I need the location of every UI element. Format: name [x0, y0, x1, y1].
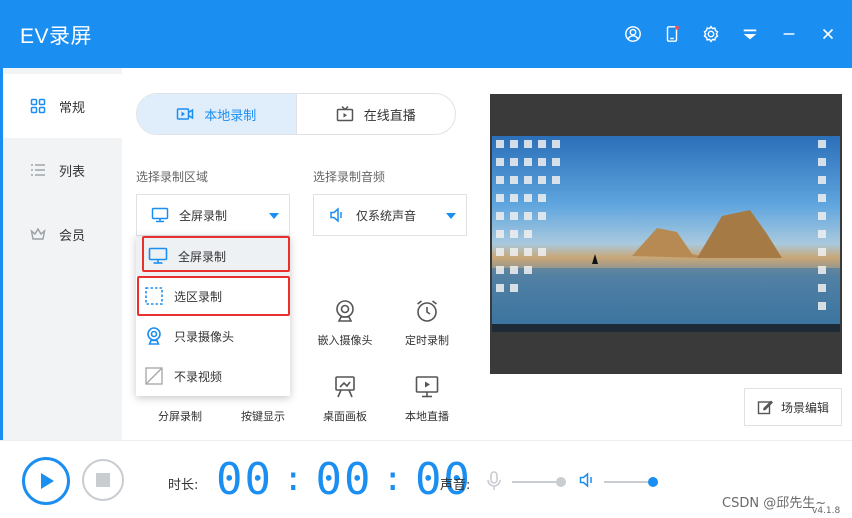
monitor-icon: [151, 207, 169, 223]
option-webcam-only[interactable]: 只录摄像头: [136, 316, 290, 356]
tool-label: 定时录制: [405, 334, 449, 347]
monitor-play-icon: [415, 376, 439, 398]
grid-icon: [29, 97, 47, 115]
tab-label: 在线直播: [363, 108, 416, 124]
option-label: 全屏录制: [178, 249, 227, 264]
monitor-icon: [148, 247, 168, 264]
tool-label: 本地直播: [405, 410, 449, 423]
selection-area-icon: [145, 287, 163, 305]
timer-display: 00 : 00 : 00: [216, 453, 472, 505]
region-dropdown: 全屏录制 选区录制 只录摄像头 不录视频: [136, 236, 290, 396]
region-select[interactable]: 全屏录制: [136, 194, 290, 236]
option-fullscreen[interactable]: 全屏录制: [136, 236, 290, 276]
crown-icon: [29, 225, 47, 243]
tab-live-stream[interactable]: 在线直播: [295, 94, 456, 134]
tool-label: 按键显示: [241, 410, 285, 423]
option-select-area[interactable]: 选区录制: [136, 276, 290, 316]
desktop-preview-image: [492, 136, 840, 332]
mode-switch: 本地录制 在线直播: [136, 93, 456, 135]
timer-minutes: 00: [315, 453, 373, 505]
scene-edit-button[interactable]: 场景编辑: [744, 388, 842, 426]
menu-icon[interactable]: [740, 24, 760, 44]
sidebar-item-label: 列表: [59, 164, 86, 180]
watermark: CSDN @邱先生~: [722, 496, 827, 511]
volume-label: 声音:: [440, 478, 471, 493]
option-no-video[interactable]: 不录视频: [136, 356, 290, 396]
sidebar: 常规 列表 会员: [0, 68, 122, 440]
scene-edit-label: 场景编辑: [780, 400, 829, 415]
sidebar-item-vip[interactable]: 会员: [3, 202, 122, 266]
edit-icon: [757, 400, 773, 415]
sidebar-item-list[interactable]: 列表: [3, 138, 122, 202]
alarm-clock-icon: [417, 300, 437, 322]
key-display-button[interactable]: 按键显示: [228, 408, 298, 424]
timer-colon: :: [282, 459, 306, 499]
webcam-icon: [147, 327, 161, 345]
option-label: 选区录制: [174, 289, 223, 304]
speaker-icon: [330, 207, 342, 223]
embed-webcam-button[interactable]: 嵌入摄像头: [310, 298, 380, 348]
chevron-down-icon: [446, 213, 456, 219]
tab-label: 本地录制: [204, 108, 257, 124]
desktop-board-button[interactable]: 桌面画板: [310, 374, 380, 424]
stop-icon: [96, 473, 110, 487]
play-icon: [41, 473, 54, 489]
sidebar-item-general[interactable]: 常规: [3, 74, 122, 138]
sidebar-item-label: 常规: [59, 100, 86, 116]
list-icon: [29, 161, 47, 179]
split-screen-record-button[interactable]: 分屏录制: [145, 408, 215, 424]
region-selected-value: 全屏录制: [179, 208, 228, 223]
speaker-icon[interactable]: [578, 471, 596, 489]
tool-label: 嵌入摄像头: [317, 334, 373, 347]
user-icon[interactable]: [623, 24, 643, 44]
microphone-icon[interactable]: [486, 471, 502, 491]
tool-label: 分屏录制: [158, 410, 202, 423]
gear-icon[interactable]: [701, 24, 721, 44]
mic-volume-knob[interactable]: [555, 477, 566, 487]
phone-icon[interactable]: [662, 24, 682, 44]
audio-label: 选择录制音频: [313, 170, 386, 184]
option-label: 不录视频: [174, 369, 223, 384]
duration-label: 时长:: [168, 478, 199, 493]
audio-select[interactable]: 仅系统声音: [313, 194, 467, 236]
stop-button[interactable]: [82, 459, 124, 501]
app-title: EV录屏: [20, 25, 93, 48]
tab-local-record[interactable]: 本地录制: [137, 94, 296, 134]
local-live-button[interactable]: 本地直播: [392, 374, 462, 424]
timer-hours: 00: [216, 453, 273, 505]
version-label: v4.1.8: [812, 506, 841, 516]
sidebar-item-label: 会员: [59, 228, 86, 244]
scheduled-record-button[interactable]: 定时录制: [392, 298, 462, 348]
play-button[interactable]: [22, 457, 70, 505]
region-label: 选择录制区域: [136, 170, 209, 184]
tool-label: 桌面画板: [323, 410, 367, 423]
record-icon: [176, 108, 194, 120]
easel-icon: [335, 376, 355, 398]
option-label: 只录摄像头: [174, 329, 235, 344]
timer-colon: :: [382, 459, 405, 499]
minimize-icon[interactable]: [779, 24, 799, 44]
close-icon[interactable]: [818, 24, 838, 44]
preview-panel: [490, 94, 842, 374]
audio-selected-value: 仅系统声音: [356, 208, 417, 223]
webcam-icon: [336, 300, 354, 322]
no-video-icon: [145, 367, 163, 385]
speaker-volume-knob[interactable]: [647, 477, 658, 487]
tv-icon: [336, 105, 353, 122]
chevron-down-icon: [269, 213, 279, 219]
title-bar: EV录屏: [0, 0, 852, 68]
